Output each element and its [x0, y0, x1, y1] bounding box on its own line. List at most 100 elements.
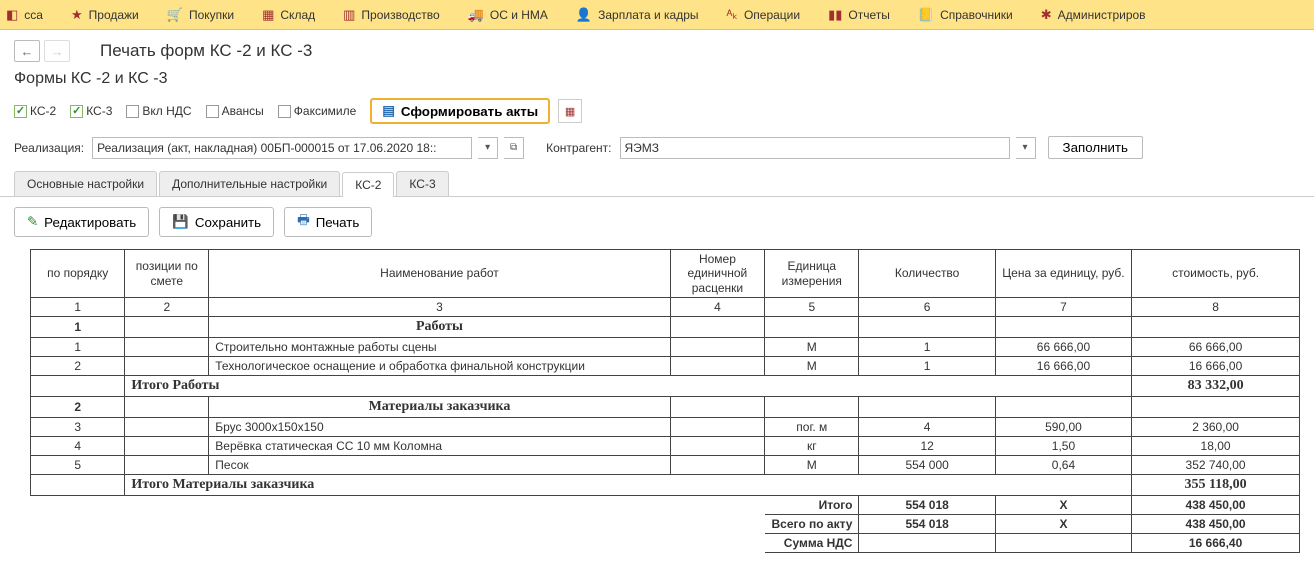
forward-button[interactable]: → — [44, 40, 70, 62]
person-icon: 👤 — [576, 7, 592, 23]
history-nav: ← → — [14, 40, 70, 62]
fill-button[interactable]: Заполнить — [1048, 136, 1143, 159]
tab-ks2[interactable]: КС-2 — [342, 172, 394, 197]
nav-label: Склад — [280, 8, 315, 22]
checkbox-faksimile[interactable]: Факсимиле — [278, 104, 363, 118]
edit-icon: ✎ — [27, 214, 38, 230]
report-table: по порядку позиции по смете Наименование… — [30, 249, 1300, 553]
form-acts-button[interactable]: ▤Сформировать акты — [370, 98, 550, 124]
hdr-c6: Количество — [859, 250, 995, 298]
gear-icon: ✱ — [1041, 7, 1052, 23]
checkbox-avansy[interactable]: Авансы — [206, 104, 270, 118]
check-icon: ✓ — [14, 105, 27, 118]
hdr-c3: Наименование работ — [209, 250, 670, 298]
check-icon — [206, 105, 219, 118]
nav-label: Отчеты — [848, 8, 889, 22]
save-button[interactable]: 💾 Сохранить — [159, 207, 274, 237]
hdr-c1: по порядку — [31, 250, 125, 298]
nav-item-warehouse[interactable]: ▦ Склад — [248, 0, 329, 29]
hdr-c8: стоимость, руб. — [1132, 250, 1300, 298]
nav-item-sales[interactable]: ★Продажи — [57, 0, 153, 29]
truck-icon: 🚚 — [468, 7, 484, 23]
nav-item-operations[interactable]: ᴬₖ Операции — [713, 0, 815, 29]
tab-basic-settings[interactable]: Основные настройки — [14, 171, 157, 196]
table-row: 4 Верёвка статическая СС 10 мм Коломна к… — [31, 437, 1300, 456]
nav-item-production[interactable]: ▥ Производство — [329, 0, 454, 29]
section-row-works: 1 Работы — [31, 317, 1300, 338]
realization-picker[interactable]: ⧉ — [504, 137, 524, 159]
external-btn[interactable]: ▦ — [558, 99, 582, 123]
summary-itogo: Итого 554 018 X 438 450,00 — [31, 496, 1300, 515]
table-row: 2 Технологическое оснащение и обработка … — [31, 357, 1300, 376]
nav-item-purchases[interactable]: 🛒 Покупки — [153, 0, 248, 29]
summary-vsego: Всего по акту 554 018 X 438 450,00 — [31, 515, 1300, 534]
hdr-c5: Единица измерения — [765, 250, 859, 298]
nav-label: ОС и НМА — [490, 8, 548, 22]
nav-label: Администриров — [1058, 8, 1146, 22]
nav-label: сса — [24, 8, 43, 22]
chk-label: КС-2 — [30, 104, 56, 118]
nav-label: Зарплата и кадры — [598, 8, 698, 22]
hdr-c7: Цена за единицу, руб. — [995, 250, 1131, 298]
table-row: 5 Песок М 554 000 0,64 352 740,00 — [31, 456, 1300, 475]
table-row: 3 Брус 3000х150х150 пог. м 4 590,00 2 36… — [31, 418, 1300, 437]
cashier-icon: ◧ — [6, 7, 18, 23]
bars-icon: ▥ — [343, 7, 355, 23]
save-label: Сохранить — [195, 215, 261, 230]
print-button[interactable]: 🖶 Печать — [284, 207, 372, 237]
top-nav: ◧ сса ★Продажи 🛒 Покупки ▦ Склад ▥ Производс… — [0, 0, 1314, 30]
realization-dropdown[interactable]: ▾ — [478, 137, 498, 159]
contragent-label: Контрагент: — [546, 141, 611, 155]
nav-label: Продажи — [89, 8, 139, 22]
grid-icon: ▦ — [262, 7, 274, 23]
page-title: Печать форм КС -2 и КС -3 — [100, 41, 312, 61]
realization-field[interactable]: Реализация (акт, накладная) 00БП-000015 … — [92, 137, 472, 159]
tab-ks3[interactable]: КС-3 — [396, 171, 448, 196]
total-row-works: Итого Работы 83 332,00 — [31, 376, 1300, 397]
chk-label: Факсимиле — [294, 104, 357, 118]
chk-label: КС-3 — [86, 104, 112, 118]
checkbox-row: ✓КС-2 ✓КС-3 Вкл НДС Авансы Факсимиле ▤Сф… — [0, 98, 1314, 136]
check-icon — [278, 105, 291, 118]
checkbox-vklnds[interactable]: Вкл НДС — [126, 104, 197, 118]
contragent-field[interactable]: ЯЭМЗ — [620, 137, 1010, 159]
nav-item-cashier[interactable]: ◧ сса — [6, 0, 57, 29]
edit-button[interactable]: ✎Редактировать — [14, 207, 149, 237]
nav-label: Производство — [361, 8, 439, 22]
cart-icon: 🛒 — [167, 7, 183, 23]
sub-toolbar: ✎Редактировать 💾 Сохранить 🖶 Печать — [0, 197, 1314, 249]
checkbox-ks3[interactable]: ✓КС-3 — [70, 104, 118, 118]
book-icon: 📒 — [918, 7, 934, 23]
print-label: Печать — [316, 215, 360, 230]
nav-label: Покупки — [189, 8, 234, 22]
print-icon: 🖶 — [297, 211, 310, 233]
form-row: Реализация: Реализация (акт, накладная) … — [0, 136, 1314, 171]
sub-header: Формы КС -2 и КС -3 — [0, 68, 1314, 98]
contragent-dropdown[interactable]: ▾ — [1016, 137, 1036, 159]
nav-item-directories[interactable]: 📒Справочники — [904, 0, 1027, 29]
section-row-materials: 2 Материалы заказчика — [31, 397, 1300, 418]
realization-value: Реализация (акт, накладная) 00БП-000015 … — [97, 141, 436, 155]
tabs: Основные настройки Дополнительные настро… — [0, 171, 1314, 197]
nav-item-assets[interactable]: 🚚 ОС и НМА — [454, 0, 562, 29]
chart-icon: ▮▮ — [828, 7, 842, 23]
chk-label: Авансы — [222, 104, 264, 118]
column-num-row: 1 2 3 4 5 6 7 8 — [31, 298, 1300, 317]
form-icon: ▤ — [382, 103, 395, 119]
check-icon — [126, 105, 139, 118]
checkbox-ks2[interactable]: ✓КС-2 — [14, 104, 62, 118]
header-row: по порядку позиции по смете Наименование… — [31, 250, 1300, 298]
nav-item-reports[interactable]: ▮▮ Отчеты — [814, 0, 904, 29]
total-row-materials: Итого Материалы заказчика 355 118,00 — [31, 475, 1300, 496]
back-button[interactable]: ← — [14, 40, 40, 62]
realization-label: Реализация: — [14, 141, 84, 155]
nav-item-admin[interactable]: ✱ Администриров — [1027, 0, 1160, 29]
nav-item-hr[interactable]: 👤 Зарплата и кадры — [562, 0, 713, 29]
hdr-c2: позиции по смете — [125, 250, 209, 298]
table-row: 1 Строительно монтажные работы сцены М 1… — [31, 338, 1300, 357]
summary-nds: Сумма НДС 16 666,40 — [31, 534, 1300, 553]
ops-icon: ᴬₖ — [727, 7, 738, 23]
save-icon: 💾 — [172, 214, 189, 230]
tab-extra-settings[interactable]: Дополнительные настройки — [159, 171, 340, 196]
nav-label: Операции — [744, 8, 800, 22]
